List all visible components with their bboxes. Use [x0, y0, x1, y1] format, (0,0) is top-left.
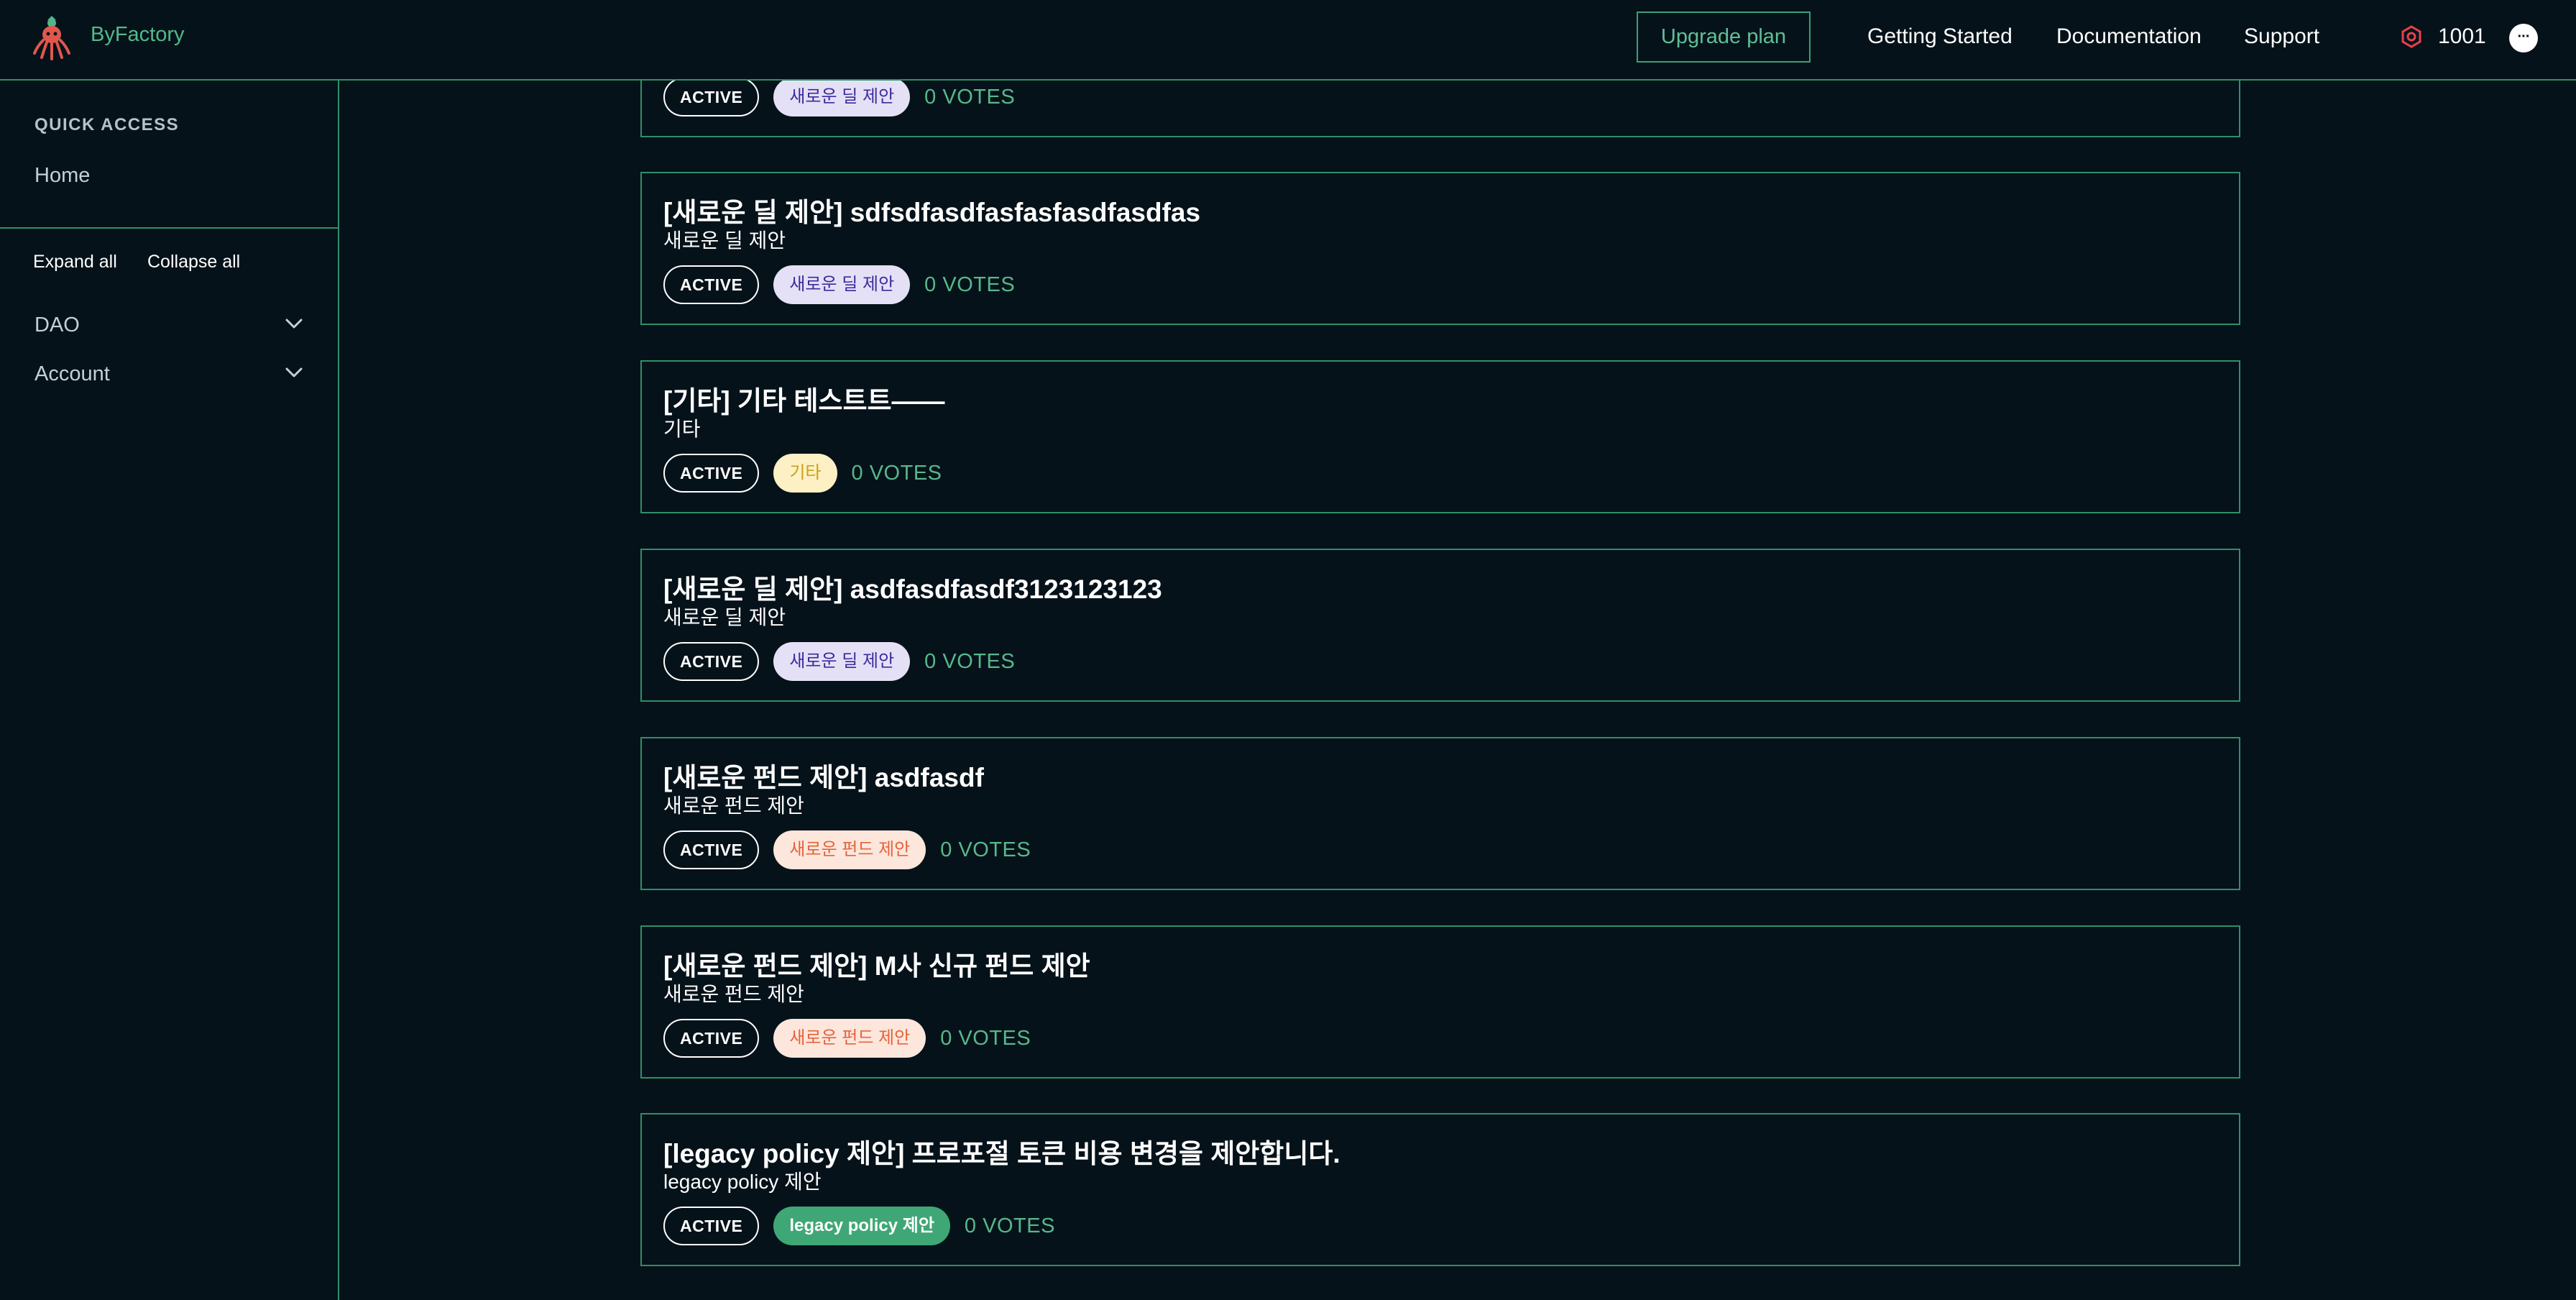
- proposal-list: ACTIVE 새로운 딜 제안 0 VOTES [새로운 딜 제안] sdfsd…: [341, 81, 2576, 1300]
- sidebar: QUICK ACCESS Home Expand all Collapse al…: [0, 81, 339, 1300]
- category-badge: 새로운 펀드 제안: [773, 1019, 926, 1058]
- vote-count: 0 VOTES: [940, 838, 1031, 861]
- vote-count: 0 VOTES: [924, 85, 1016, 109]
- nav-documentation[interactable]: Documentation: [2056, 24, 2202, 49]
- status-badge: ACTIVE: [663, 265, 760, 304]
- proposal-title[interactable]: [새로운 딜 제안] sdfsdfasdfasfasfasdfasdfas: [663, 191, 1200, 229]
- collapse-all-button[interactable]: Collapse all: [147, 252, 240, 273]
- proposal-tags: ACTIVE 새로운 펀드 제안 0 VOTES: [663, 830, 1031, 869]
- top-header: ByFactory Upgrade plan Getting Started D…: [0, 0, 2576, 81]
- proposal-card[interactable]: [새로운 딜 제안] asdfasdfasdf3123123123 새로운 딜 …: [640, 549, 2240, 702]
- status-badge: ACTIVE: [663, 454, 760, 493]
- proposal-card[interactable]: [기타] 기타 테스트트—— 기타 ACTIVE 기타 0 VOTES: [640, 360, 2240, 513]
- proposal-tags: ACTIVE legacy policy 제안 0 VOTES: [663, 1207, 1055, 1245]
- proposal-tags: ACTIVE 기타 0 VOTES: [663, 454, 942, 493]
- sidebar-group-label: DAO: [34, 313, 80, 337]
- chevron-down-icon[interactable]: [285, 367, 303, 378]
- category-badge: 기타: [773, 454, 837, 493]
- proposal-card[interactable]: ACTIVE 새로운 딜 제안 0 VOTES: [640, 81, 2240, 137]
- upgrade-plan-button[interactable]: Upgrade plan: [1637, 12, 1811, 63]
- sidebar-group-dao[interactable]: DAO: [34, 311, 303, 339]
- status-badge: ACTIVE: [663, 1207, 760, 1245]
- sidebar-group-account[interactable]: Account: [34, 360, 303, 388]
- vote-count: 0 VOTES: [964, 1214, 1055, 1237]
- more-dots-icon: ···: [2517, 29, 2531, 45]
- brand-name[interactable]: ByFactory: [91, 23, 185, 47]
- proposal-card[interactable]: [새로운 펀드 제안] asdfasdf 새로운 펀드 제안 ACTIVE 새로…: [640, 737, 2240, 890]
- vote-count: 0 VOTES: [924, 273, 1016, 296]
- proposal-category-label: 기타: [663, 418, 701, 440]
- proposal-tags: ACTIVE 새로운 펀드 제안 0 VOTES: [663, 1019, 1031, 1058]
- expand-all-button[interactable]: Expand all: [33, 252, 117, 273]
- points-balance: 1001: [2438, 24, 2486, 48]
- proposal-title[interactable]: [새로운 펀드 제안] asdfasdf: [663, 756, 984, 795]
- proposal-category-label: legacy policy 제안: [663, 1171, 822, 1193]
- nav-getting-started[interactable]: Getting Started: [1867, 24, 2012, 49]
- status-badge: ACTIVE: [663, 642, 760, 681]
- proposal-tags: ACTIVE 새로운 딜 제안 0 VOTES: [663, 81, 1015, 116]
- proposal-card[interactable]: [새로운 딜 제안] sdfsdfasdfasfasfasdfasdfas 새로…: [640, 172, 2240, 325]
- chevron-down-icon[interactable]: [285, 318, 303, 329]
- category-badge: 새로운 딜 제안: [773, 642, 911, 681]
- quick-access-heading: QUICK ACCESS: [34, 115, 180, 134]
- proposal-category-label: 새로운 펀드 제안: [663, 795, 804, 817]
- proposal-title[interactable]: [기타] 기타 테스트트——: [663, 379, 945, 418]
- category-badge: legacy policy 제안: [773, 1207, 950, 1245]
- nav-support[interactable]: Support: [2244, 24, 2319, 49]
- octopus-logo-icon[interactable]: [32, 14, 72, 60]
- sidebar-item-home[interactable]: Home: [34, 164, 90, 188]
- vote-count: 0 VOTES: [924, 649, 1016, 673]
- vote-count: 0 VOTES: [851, 461, 942, 485]
- proposal-category-label: 새로운 펀드 제안: [663, 983, 804, 1005]
- proposal-card[interactable]: [legacy policy 제안] 프로포절 토큰 비용 변경을 제안합니다.…: [640, 1113, 2240, 1266]
- proposal-category-label: 새로운 딜 제안: [663, 229, 786, 252]
- token-hexagon-icon: [2401, 25, 2421, 48]
- proposal-title[interactable]: [새로운 펀드 제안] M사 신규 펀드 제안: [663, 944, 1090, 983]
- proposal-title[interactable]: [새로운 딜 제안] asdfasdfasdf3123123123: [663, 567, 1162, 606]
- status-badge: ACTIVE: [663, 81, 760, 116]
- user-avatar[interactable]: ···: [2509, 24, 2538, 52]
- status-badge: ACTIVE: [663, 830, 760, 869]
- proposal-title[interactable]: [legacy policy 제안] 프로포절 토큰 비용 변경을 제안합니다.: [663, 1132, 1340, 1171]
- proposal-tags: ACTIVE 새로운 딜 제안 0 VOTES: [663, 642, 1015, 681]
- category-badge: 새로운 딜 제안: [773, 265, 911, 304]
- sidebar-divider: [0, 227, 338, 229]
- sidebar-group-label: Account: [34, 362, 110, 385]
- category-badge: 새로운 펀드 제안: [773, 830, 926, 869]
- category-badge: 새로운 딜 제안: [773, 81, 911, 116]
- proposal-category-label: 새로운 딜 제안: [663, 606, 786, 628]
- vote-count: 0 VOTES: [940, 1026, 1031, 1050]
- status-badge: ACTIVE: [663, 1019, 760, 1058]
- proposal-card[interactable]: [새로운 펀드 제안] M사 신규 펀드 제안 새로운 펀드 제안 ACTIVE…: [640, 925, 2240, 1079]
- proposal-tags: ACTIVE 새로운 딜 제안 0 VOTES: [663, 265, 1015, 304]
